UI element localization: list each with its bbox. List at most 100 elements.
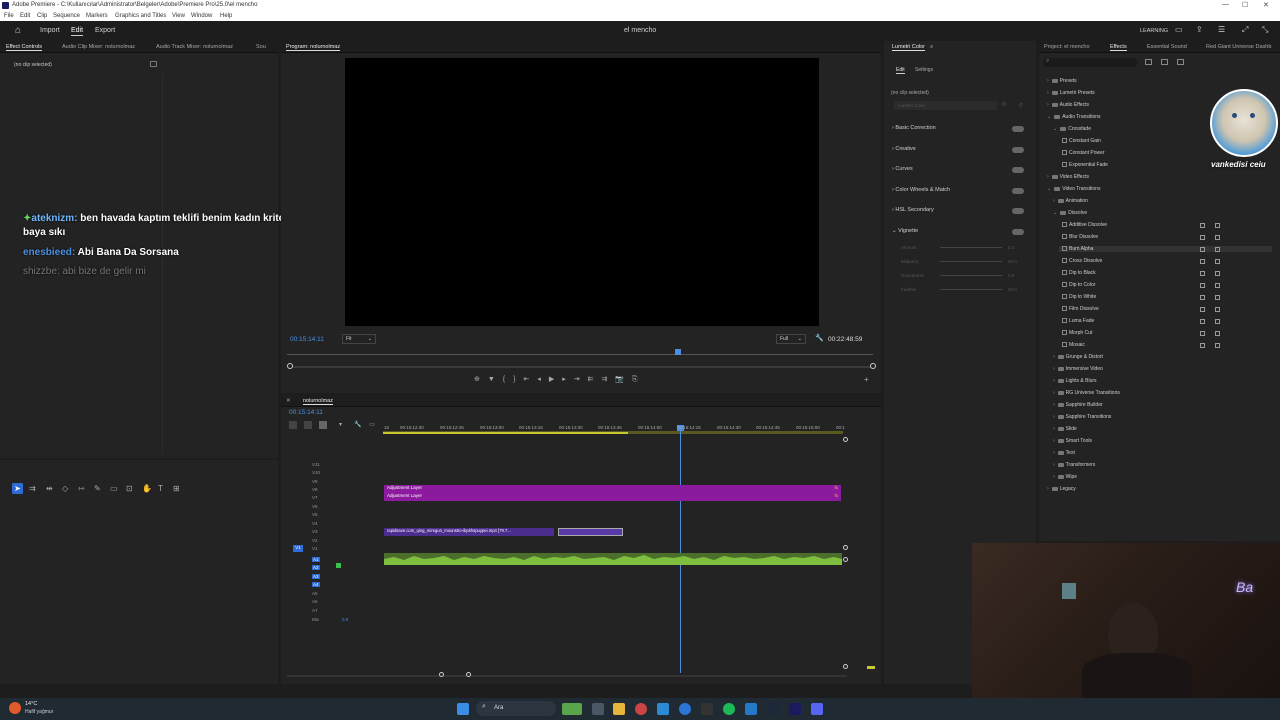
effect-item[interactable]: Exponential Fade — [1059, 162, 1108, 168]
section-toggle[interactable] — [1012, 147, 1024, 153]
effects-folder[interactable]: ⌄ Audio Transitions — [1047, 114, 1101, 120]
section-hsl-secondary[interactable]: › HSL Secondary — [892, 207, 1024, 217]
selection-tool-icon[interactable]: ➤ — [12, 483, 23, 494]
video-clip[interactable]: rapidsave.com_qing_miregun_mounstro-ibpk… — [384, 528, 554, 536]
workspaces-icon[interactable]: ▭ — [1175, 25, 1183, 34]
param-value[interactable]: 50.0 — [1008, 259, 1017, 264]
tab-essential-sound[interactable]: Essential Sound — [1147, 44, 1187, 50]
type-tool-icon[interactable]: T — [158, 484, 163, 493]
quick-export-icon[interactable]: ⤢ — [1242, 25, 1248, 35]
effect-item[interactable]: Film Dissolve — [1059, 306, 1220, 312]
rectangle-icon[interactable]: ▭ — [110, 484, 118, 493]
tab-audio-clip-mixer[interactable]: Audio Clip Mixer: nolurnolmaz — [62, 44, 135, 50]
section-vignette[interactable]: ⌄ Vignette — [892, 228, 1024, 238]
transport-controls[interactable]: ⊕▼{}⇤◂▶▸⇥⇇⇉📷⎘ — [474, 375, 646, 384]
effect-item[interactable]: Cross Dissolve — [1059, 258, 1220, 264]
tab-import[interactable]: Import — [40, 27, 60, 34]
scroll-handle[interactable] — [466, 672, 471, 677]
panel-menu-icon[interactable]: ≡ — [930, 44, 933, 50]
effects-folder[interactable]: › Sapphire Builder — [1053, 402, 1103, 408]
menu-file[interactable]: File — [4, 13, 14, 19]
discord-icon[interactable] — [811, 703, 823, 715]
adjustment-layer-clip[interactable]: Adjustment Layer fx — [384, 493, 841, 501]
param-slider[interactable] — [940, 261, 1002, 262]
file-explorer-icon[interactable] — [613, 703, 625, 715]
wrench-icon[interactable]: 🔧 — [815, 334, 824, 342]
zoom-tool-icon[interactable]: ⊡ — [126, 484, 133, 493]
track-label-a4[interactable]: A4 — [312, 582, 320, 587]
terminal-icon[interactable] — [701, 703, 713, 715]
section-toggle[interactable] — [1012, 208, 1024, 214]
param-slider[interactable] — [940, 275, 1002, 276]
effect-item[interactable]: Dip to Black — [1059, 270, 1220, 276]
fit-dropdown[interactable]: Fit ⌄ — [342, 334, 376, 344]
reset-icon[interactable]: ↺ — [1018, 102, 1023, 109]
horizontal-scrollbar[interactable] — [287, 675, 847, 677]
param-value[interactable]: 0.0 — [1008, 245, 1014, 250]
timeline-timecode[interactable]: 00:15:14:11 — [289, 409, 323, 416]
tab-lumetri[interactable]: Lumetri Color — [892, 44, 926, 51]
app-icon[interactable] — [657, 703, 669, 715]
weather-icon[interactable] — [9, 702, 21, 714]
scroll-handle[interactable] — [843, 664, 848, 669]
pen-icon[interactable]: ✎ — [94, 484, 101, 493]
effects-folder[interactable]: › Sapphire Transitions — [1053, 414, 1111, 420]
effects-folder[interactable]: › Lumetri Presets — [1047, 90, 1095, 96]
track-label-v6[interactable]: V6 — [312, 504, 318, 509]
track-label-v11[interactable]: V11 — [312, 462, 320, 467]
param-slider[interactable] — [940, 247, 1002, 248]
track-label-a1[interactable]: A1 — [312, 557, 320, 562]
premiere-taskbar-icon[interactable] — [789, 703, 801, 715]
fullscreen-icon[interactable]: ⤡ — [1262, 25, 1268, 35]
effect-item[interactable]: Additive Dissolve — [1059, 222, 1220, 228]
section-toggle[interactable] — [1012, 229, 1024, 235]
effects-folder[interactable]: › Lights & Blurs — [1053, 378, 1097, 384]
section-toggle[interactable] — [1012, 167, 1024, 173]
track-label-v2[interactable]: V2 — [312, 538, 318, 543]
section-toggle[interactable] — [1012, 188, 1024, 194]
effects-search-input[interactable]: ⌕ — [1043, 58, 1137, 67]
menu-sequence[interactable]: Sequence — [53, 13, 80, 19]
track-select-icon[interactable]: ⇉ — [29, 484, 36, 493]
learning-label[interactable]: LEARNING — [1140, 28, 1168, 34]
playhead-marker[interactable] — [675, 349, 681, 355]
close-icon[interactable]: ✕ — [1263, 1, 1269, 9]
menu-edit[interactable]: Edit — [20, 13, 30, 19]
solo-button[interactable] — [336, 563, 341, 568]
scroll-handle-left[interactable] — [287, 363, 293, 369]
track-label-v8[interactable]: V8 — [312, 487, 318, 492]
zoom-scrollbar[interactable] — [289, 366, 874, 368]
mix-value[interactable]: 0.0 — [342, 617, 348, 622]
razor-icon[interactable]: ◇ — [62, 484, 68, 493]
photos-icon[interactable] — [745, 703, 757, 715]
param-value[interactable]: 0.0 — [1008, 273, 1014, 278]
scroll-handle[interactable] — [843, 545, 848, 550]
slip-icon[interactable]: ⇿ — [78, 484, 85, 493]
effects-folder[interactable]: › Legacy — [1047, 486, 1076, 492]
track-label-v3[interactable]: V3 — [312, 529, 318, 534]
panel-toggle-icon[interactable] — [150, 61, 157, 67]
tab-export[interactable]: Export — [95, 27, 115, 34]
share-icon[interactable]: ⇪ — [1196, 25, 1203, 34]
effects-folder[interactable]: › Animation — [1053, 198, 1088, 204]
task-view-icon[interactable] — [592, 703, 604, 715]
playhead-line[interactable] — [680, 425, 681, 673]
tab-sequence[interactable]: nolurnolmaz — [303, 398, 333, 405]
effects-folder[interactable]: › Video Effects — [1047, 174, 1089, 180]
marker-icon[interactable]: ▾ — [339, 421, 342, 428]
yuv-filter-icon[interactable] — [1177, 59, 1184, 65]
track-label-v4[interactable]: V4 — [312, 521, 318, 526]
effect-item[interactable]: Blur Dissolve — [1059, 234, 1220, 240]
tab-red-giant[interactable]: Red Giant Universe Dashb — [1206, 44, 1271, 50]
track-label-v5[interactable]: V5 — [312, 512, 318, 517]
effect-item[interactable]: Mosaic — [1059, 342, 1220, 348]
32bit-filter-icon[interactable] — [1161, 59, 1168, 65]
menu-view[interactable]: View — [172, 13, 185, 19]
tab-effects[interactable]: Effects — [1110, 44, 1127, 51]
program-timecode[interactable]: 00:15:14:11 — [290, 336, 324, 343]
param-value[interactable]: 50.0 — [1008, 287, 1017, 292]
tab-program[interactable]: Program: nolurnolmaz — [286, 44, 341, 51]
v1-source-patch[interactable]: V1 — [293, 545, 303, 552]
menu-help[interactable]: Help — [220, 13, 232, 19]
track-label-a3[interactable]: A3 — [312, 574, 320, 579]
